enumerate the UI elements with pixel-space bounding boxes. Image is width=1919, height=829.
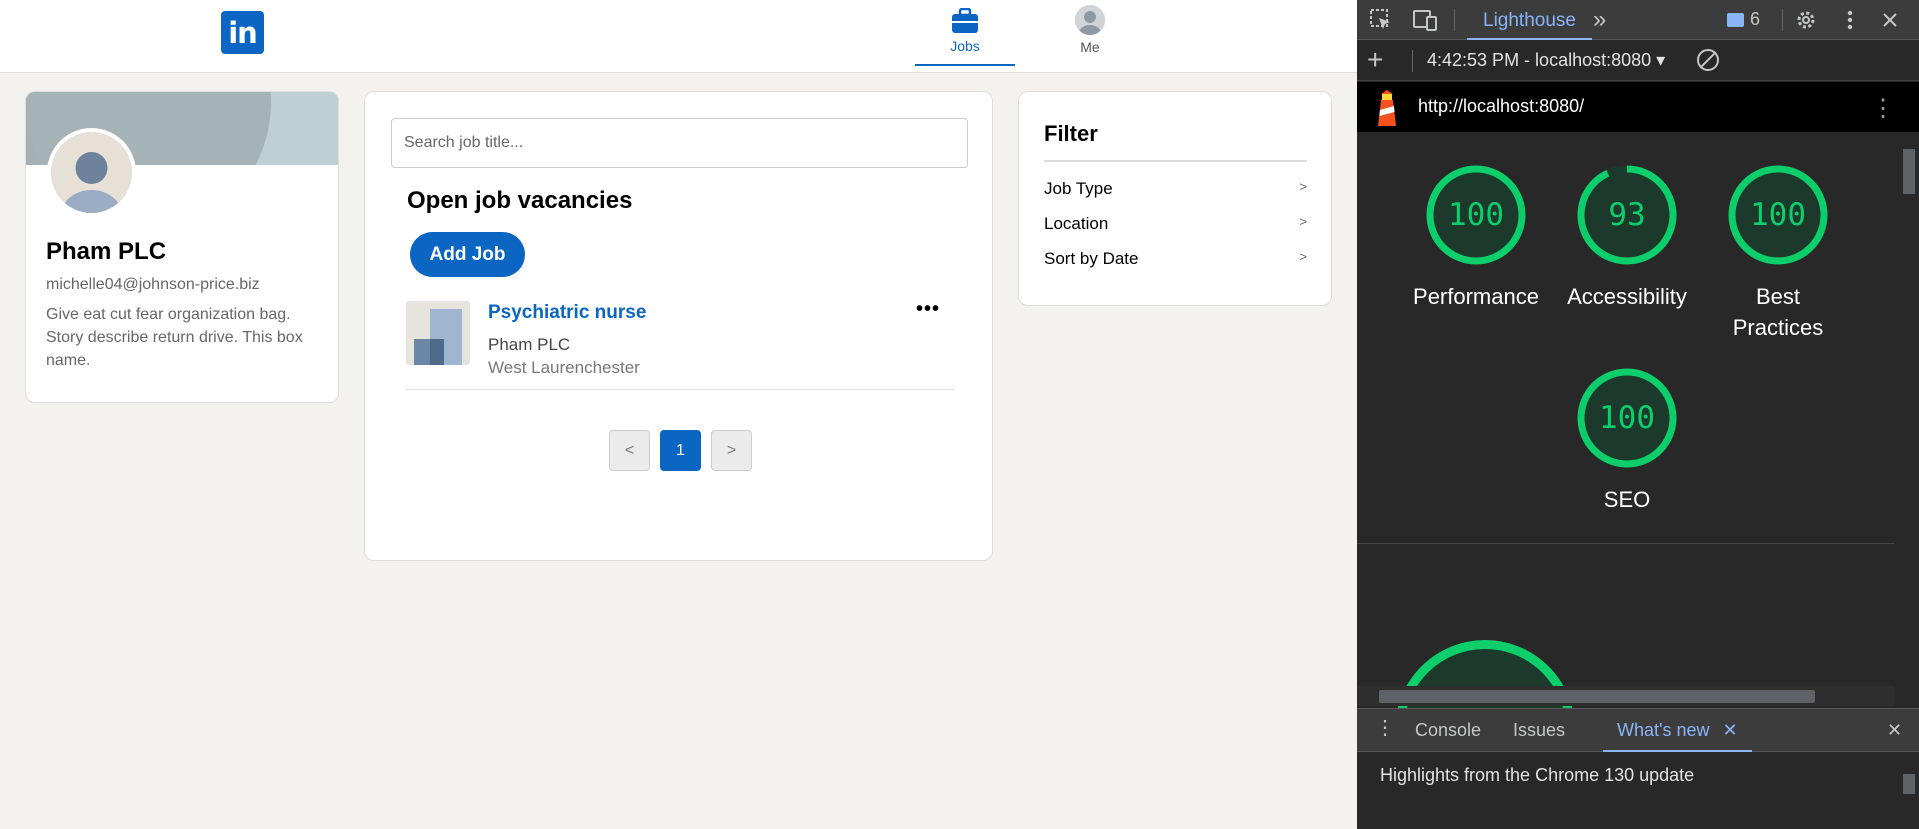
filter-option-label: Location: [1044, 214, 1109, 233]
more-options-icon[interactable]: •••: [916, 298, 940, 321]
jobs-card: Open job vacancies Add Job Psychiatric n…: [364, 91, 993, 561]
profile-description: Give eat cut fear organization bag. Stor…: [46, 306, 303, 369]
top-navbar: in Jobs Me: [0, 0, 1357, 73]
tab-console[interactable]: Console: [1415, 720, 1481, 741]
job-title-link[interactable]: Psychiatric nurse: [488, 302, 646, 324]
job-company: Pham PLC: [488, 335, 571, 354]
close-tab-icon[interactable]: ✕: [1723, 720, 1738, 740]
new-report-plus-icon[interactable]: +: [1367, 44, 1383, 76]
score-value: 100: [1448, 197, 1504, 233]
close-drawer-icon[interactable]: ✕: [1887, 720, 1902, 741]
job-location: West Laurenchester: [488, 358, 640, 377]
score-ring: 93: [1577, 165, 1677, 265]
filter-job-type[interactable]: Job Type >: [1044, 179, 1307, 199]
jobs-heading: Open job vacancies: [407, 187, 633, 214]
pagination: < 1 >: [609, 430, 752, 471]
filter-title: Filter: [1044, 121, 1098, 146]
score-ring: 100: [1426, 165, 1526, 265]
report-url[interactable]: http://localhost:8080/: [1418, 96, 1584, 117]
filter-location[interactable]: Location >: [1044, 214, 1307, 234]
close-devtools-icon[interactable]: [1878, 8, 1902, 32]
nav-me[interactable]: Me: [1040, 0, 1140, 66]
job-list-item: Psychiatric nurse Pham PLC West Laurench…: [406, 298, 954, 390]
report-selector[interactable]: 4:42:53 PM - localhost:8080 ▾: [1427, 50, 1665, 71]
nav-jobs-label: Jobs: [950, 38, 980, 54]
score-label: Performance: [1413, 284, 1539, 309]
filter-option-label: Sort by Date: [1044, 249, 1139, 268]
lighthouse-icon: [1375, 90, 1399, 126]
devtools-drawer: ⋮ Console Issues What's new ✕ ✕ Highligh…: [1357, 708, 1919, 829]
score-label: SEO: [1603, 487, 1651, 512]
message-count: 6: [1750, 9, 1761, 29]
devtools-panel: Lighthouse » 6 + 4:42:53 PM - localhost:…: [1357, 0, 1919, 829]
filter-divider: [1044, 160, 1307, 162]
whats-new-text: Highlights from the Chrome 130 update: [1380, 765, 1695, 785]
lighthouse-toolbar: + 4:42:53 PM - localhost:8080 ▾: [1357, 41, 1919, 81]
job-search-input[interactable]: [391, 118, 968, 168]
score-ring: 100: [1728, 165, 1828, 265]
settings-gear-icon[interactable]: [1794, 8, 1818, 32]
device-toolbar-icon[interactable]: [1413, 8, 1437, 32]
vertical-scroll-thumb[interactable]: [1903, 149, 1915, 194]
score-label: Best Practices: [1732, 284, 1824, 340]
messages-counter[interactable]: 6: [1727, 9, 1760, 30]
more-tabs-icon[interactable]: »: [1593, 6, 1606, 34]
gauge-seo[interactable]: 100 SEO: [1552, 368, 1702, 515]
me-avatar-icon: [1075, 5, 1105, 35]
tab-whats-new-label: What's new: [1617, 720, 1710, 740]
score-value: 100: [1599, 400, 1655, 436]
filter-option-label: Job Type: [1044, 179, 1113, 198]
chevron-right-icon: >: [1299, 214, 1307, 229]
briefcase-icon: [951, 7, 979, 34]
gauge-accessibility[interactable]: 93 Accessibility: [1552, 165, 1702, 312]
score-ring: 100: [1577, 368, 1677, 468]
horizontal-scroll-thumb[interactable]: [1379, 690, 1815, 703]
prev-page-button[interactable]: <: [609, 430, 650, 471]
gauge-performance[interactable]: 100 Performance: [1401, 165, 1551, 312]
section-divider: [1357, 543, 1895, 544]
company-logo: [406, 301, 470, 365]
add-job-button[interactable]: Add Job: [410, 232, 525, 277]
profile-email: michelle04@johnson-price.biz: [46, 276, 260, 293]
devtools-toolbar: Lighthouse » 6: [1357, 0, 1919, 40]
chevron-right-icon: >: [1299, 179, 1307, 194]
filter-sort-by-date[interactable]: Sort by Date >: [1044, 249, 1307, 269]
inspect-element-icon[interactable]: [1369, 8, 1393, 32]
score-value: 93: [1608, 197, 1646, 233]
drawer-menu-icon[interactable]: ⋮: [1375, 715, 1395, 740]
score-label: Accessibility: [1567, 284, 1687, 309]
filter-card: Filter Job Type > Location > Sort by Dat…: [1018, 91, 1332, 306]
profile-card: Pham PLC michelle04@johnson-price.biz Gi…: [25, 91, 339, 403]
linkedin-logo[interactable]: in: [221, 11, 264, 54]
app-window: in Jobs Me Pham PLC michelle04@johnson-p…: [0, 0, 1357, 829]
nav-jobs[interactable]: Jobs: [915, 0, 1015, 66]
message-bubble-icon: [1727, 12, 1744, 27]
drawer-tabbar: ⋮ Console Issues What's new ✕ ✕: [1357, 709, 1919, 752]
nav-me-label: Me: [1080, 39, 1100, 55]
tab-lighthouse[interactable]: Lighthouse: [1467, 0, 1592, 40]
kebab-menu-icon[interactable]: [1838, 8, 1862, 32]
page-1-button[interactable]: 1: [660, 430, 701, 471]
drawer-scroll-thumb[interactable]: [1903, 774, 1915, 794]
gauge-best-practices[interactable]: 100 Best Practices: [1703, 165, 1853, 343]
report-menu-icon[interactable]: ⋮: [1871, 94, 1895, 123]
report-url-bar: http://localhost:8080/ ⋮: [1357, 82, 1919, 132]
score-value: 100: [1750, 197, 1806, 233]
profile-avatar[interactable]: [47, 128, 136, 217]
tab-issues[interactable]: Issues: [1513, 720, 1565, 741]
profile-name: Pham PLC: [46, 238, 167, 265]
clear-reports-icon[interactable]: [1697, 49, 1719, 71]
tab-whats-new[interactable]: What's new ✕: [1603, 720, 1752, 752]
vertical-scrollbar[interactable]: [1895, 133, 1919, 686]
chevron-right-icon: >: [1299, 249, 1307, 264]
next-page-button[interactable]: >: [711, 430, 752, 471]
